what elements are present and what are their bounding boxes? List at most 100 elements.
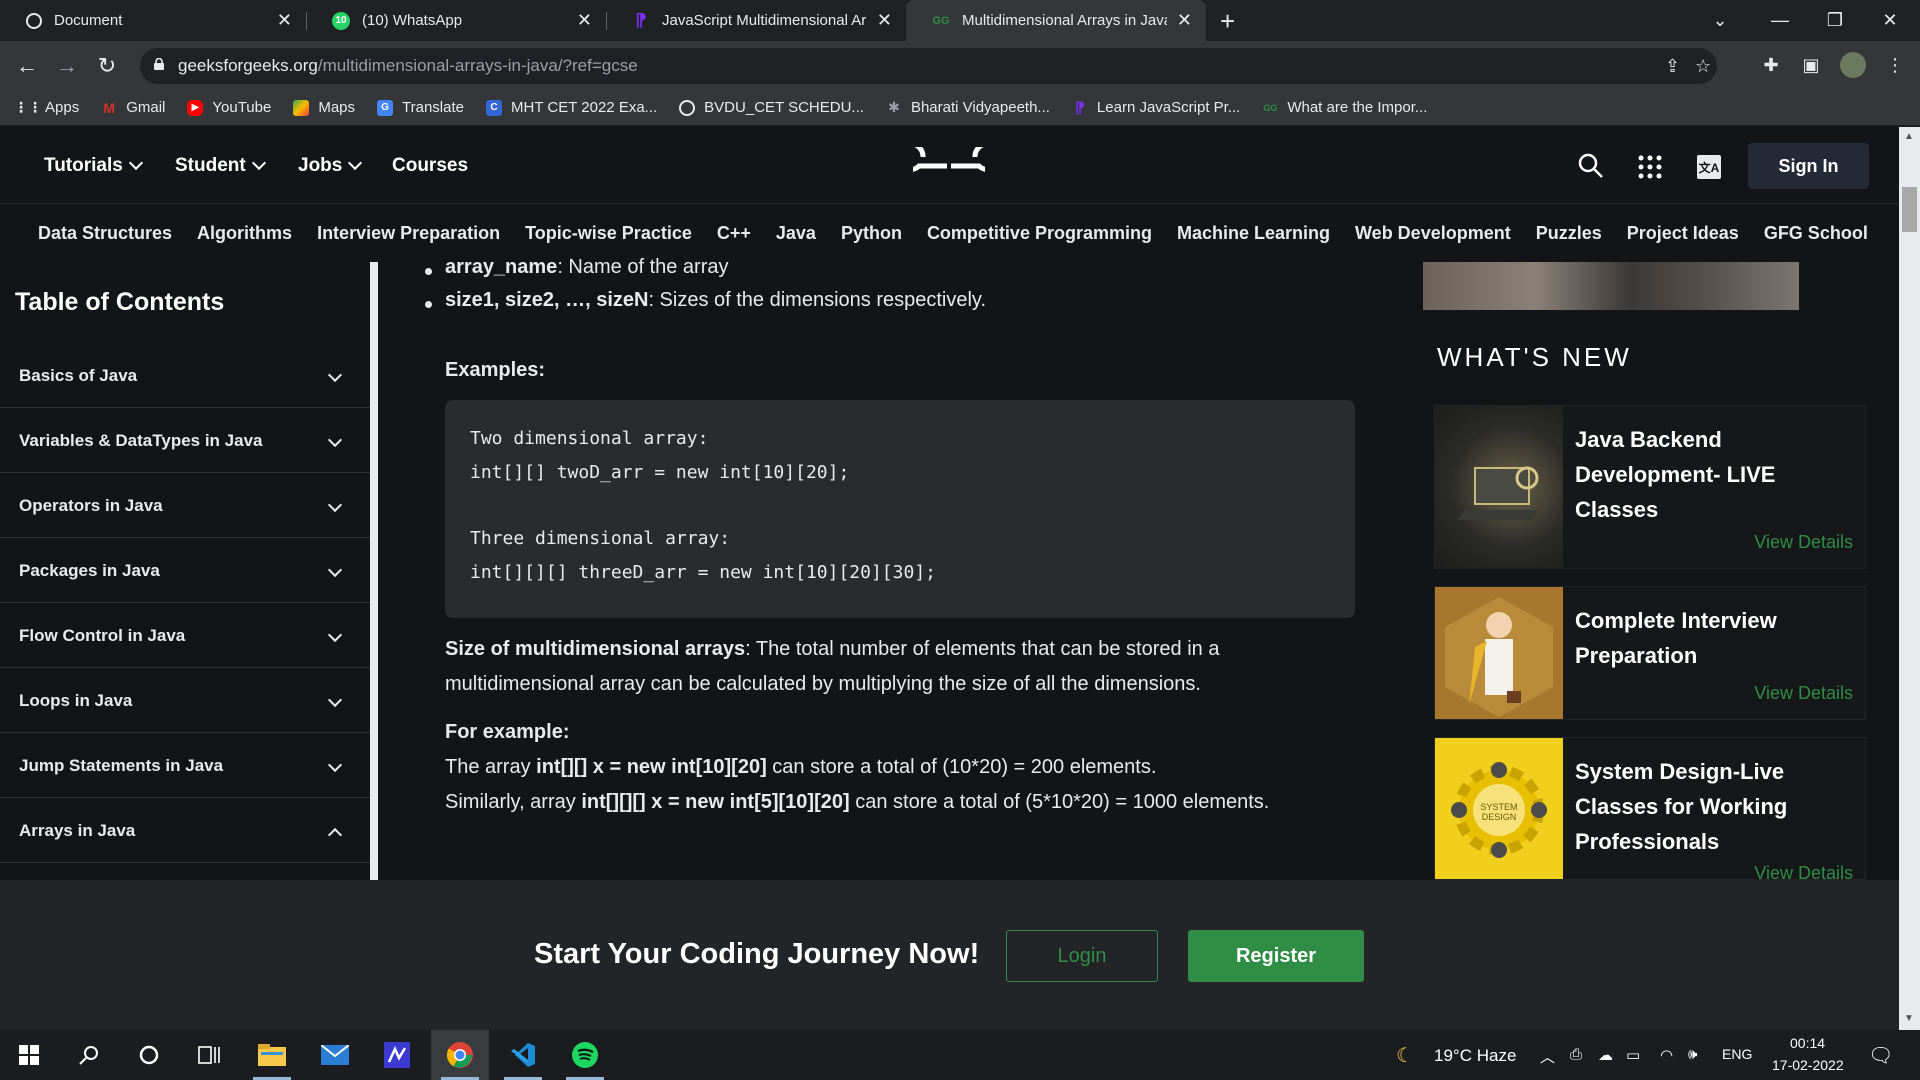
toc-item-packages[interactable]: Packages in Java	[0, 539, 370, 603]
bookmark-bvdu-cet[interactable]: BVDU_CET SCHEDU...	[679, 99, 864, 116]
register-button[interactable]: Register	[1188, 930, 1364, 982]
subnav-project-ideas[interactable]: Project Ideas	[1627, 223, 1739, 244]
profile-avatar[interactable]	[1840, 52, 1866, 78]
page-scrollbar[interactable]: ▲ ▼	[1899, 127, 1920, 1030]
maximize-icon[interactable]: ❐	[1805, 0, 1865, 41]
search-icon[interactable]	[60, 1030, 118, 1080]
close-tab-icon[interactable]: ✕	[577, 10, 592, 31]
tab-whatsapp[interactable]: 10 (10) WhatsApp ✕	[306, 0, 606, 41]
bookmark-youtube[interactable]: ▶ YouTube	[187, 99, 271, 116]
tab-search-icon[interactable]: ⌄	[1690, 0, 1750, 41]
task-view-icon[interactable]	[180, 1030, 238, 1080]
bookmark-star-icon[interactable]: ☆	[1695, 56, 1711, 77]
subnav-gfg-school[interactable]: GFG School	[1764, 223, 1868, 244]
view-details-link[interactable]: View Details	[1754, 683, 1853, 704]
file-explorer-icon[interactable]	[243, 1030, 301, 1080]
toc-item-variables-datatypes[interactable]: Variables & DataTypes in Java	[0, 409, 370, 473]
view-details-link[interactable]: View Details	[1754, 863, 1853, 879]
clock-date[interactable]: 17-02-2022	[1772, 1057, 1844, 1073]
close-tab-icon[interactable]: ✕	[1177, 10, 1192, 31]
wifi-icon[interactable]: ◠	[1660, 1046, 1673, 1064]
subnav-python[interactable]: Python	[841, 223, 902, 244]
scroll-up-icon[interactable]: ▲	[1904, 131, 1914, 142]
subnav-algorithms[interactable]: Algorithms	[197, 223, 292, 244]
weather-moon-icon[interactable]: ☾	[1396, 1043, 1414, 1068]
bookmark-maps[interactable]: Maps	[293, 99, 355, 116]
view-details-link[interactable]: View Details	[1754, 532, 1853, 553]
subnav-interview-preparation[interactable]: Interview Preparation	[317, 223, 500, 244]
sidebar-scrollbar[interactable]	[370, 262, 378, 880]
tab-document[interactable]: Document ✕	[0, 0, 306, 41]
bookmark-gmail[interactable]: M Gmail	[101, 99, 165, 116]
toc-item-flow-control[interactable]: Flow Control in Java	[0, 604, 370, 668]
scroll-down-icon[interactable]: ▼	[1904, 1013, 1914, 1024]
nav-tutorials[interactable]: Tutorials	[44, 155, 143, 177]
reload-icon[interactable]: ↻	[92, 51, 122, 81]
menu-kebab-icon[interactable]: ⋮	[1882, 52, 1908, 78]
language-indicator[interactable]: ENG	[1722, 1046, 1752, 1062]
close-tab-icon[interactable]: ✕	[277, 10, 292, 31]
bookmark-learn-js[interactable]: ⁋ Learn JavaScript Pr...	[1072, 99, 1241, 117]
show-hidden-icons-icon[interactable]: ︿	[1540, 1046, 1555, 1067]
subnav-topic-wise-practice[interactable]: Topic-wise Practice	[525, 223, 692, 244]
share-icon[interactable]: ⇪	[1665, 56, 1680, 77]
new-tab-button[interactable]: +	[1220, 6, 1235, 37]
spotify-icon[interactable]	[556, 1030, 614, 1080]
onedrive-cloud-icon[interactable]: ☁	[1598, 1046, 1613, 1064]
toc-item-operators[interactable]: Operators in Java	[0, 474, 370, 538]
apps-grid-icon[interactable]	[1638, 155, 1662, 179]
close-tab-icon[interactable]: ✕	[877, 10, 892, 31]
back-icon[interactable]: ←	[12, 51, 42, 81]
toc-item-basics-of-java[interactable]: Basics of Java	[0, 344, 370, 408]
extensions-icon[interactable]: ✚	[1758, 52, 1784, 78]
vscode-icon[interactable]	[494, 1030, 552, 1080]
toc-item-arrays[interactable]: Arrays in Java	[0, 799, 370, 863]
cortana-icon[interactable]	[120, 1030, 178, 1080]
chrome-icon[interactable]	[431, 1030, 489, 1080]
weather-text[interactable]: 19°C Haze	[1434, 1046, 1516, 1066]
close-window-icon[interactable]: ✕	[1860, 0, 1920, 41]
tab-multidimensional-arrays-java[interactable]: GG Multidimensional Arrays in Java - ✕	[906, 0, 1206, 41]
windows-start-icon[interactable]	[0, 1030, 58, 1080]
bookmark-mht-cet[interactable]: C MHT CET 2022 Exa...	[486, 99, 657, 116]
editor-app-icon[interactable]	[368, 1030, 426, 1080]
toc-item-jump-statements[interactable]: Jump Statements in Java	[0, 734, 370, 798]
subnav-puzzles[interactable]: Puzzles	[1536, 223, 1602, 244]
bookmark-apps[interactable]: ⋮⋮ Apps	[14, 99, 79, 116]
minimize-icon[interactable]: —	[1750, 0, 1810, 41]
login-button[interactable]: Login	[1006, 930, 1158, 982]
gfg-logo[interactable]	[913, 147, 985, 185]
translate-icon[interactable]: 文A	[1697, 155, 1721, 179]
side-panel-icon[interactable]: ▣	[1798, 52, 1824, 78]
subnav-web-development[interactable]: Web Development	[1355, 223, 1511, 244]
subnav-machine-learning[interactable]: Machine Learning	[1177, 223, 1330, 244]
bookmark-what-are[interactable]: GG What are the Impor...	[1262, 99, 1427, 116]
mail-icon[interactable]	[306, 1030, 364, 1080]
ad-image[interactable]	[1423, 262, 1799, 310]
clock-time[interactable]: 00:14	[1790, 1035, 1825, 1051]
subnav-data-structures[interactable]: Data Structures	[38, 223, 172, 244]
bookmark-translate[interactable]: G Translate	[377, 99, 464, 116]
subnav-competitive-programming[interactable]: Competitive Programming	[927, 223, 1152, 244]
course-card-interview-prep[interactable]: Complete Interview Preparation View Deta…	[1434, 586, 1866, 720]
course-card-system-design[interactable]: SYSTEM DESIGN System Design-Live Classes…	[1434, 737, 1866, 880]
volume-icon[interactable]: 🕪	[1688, 1046, 1697, 1063]
nav-courses[interactable]: Courses	[392, 155, 468, 177]
definition: : Name of the array	[557, 256, 729, 278]
subnav-cpp[interactable]: C++	[717, 223, 751, 244]
sign-in-button[interactable]: Sign In	[1748, 143, 1869, 189]
notifications-icon[interactable]: 🗨	[1868, 1043, 1893, 1068]
nav-jobs[interactable]: Jobs	[298, 155, 363, 177]
nav-student[interactable]: Student	[175, 155, 266, 177]
subnav-java[interactable]: Java	[776, 223, 816, 244]
battery-icon[interactable]: ▭	[1626, 1046, 1640, 1064]
address-bar[interactable]: geeksforgeeks.org/multidimensional-array…	[140, 48, 1717, 84]
tab-javascript-multidimensional[interactable]: ⁋ JavaScript Multidimensional Arra ✕	[606, 0, 906, 41]
search-icon[interactable]	[1578, 153, 1604, 179]
device-icon[interactable]: ⎙	[1570, 1046, 1582, 1063]
scrollbar-thumb[interactable]	[1902, 187, 1917, 232]
toc-item-loops[interactable]: Loops in Java	[0, 669, 370, 733]
course-card-java-backend[interactable]: Java Backend Development- LIVE Classes V…	[1434, 405, 1866, 569]
forward-icon[interactable]: →	[52, 51, 82, 81]
bookmark-bharati[interactable]: ✱ Bharati Vidyapeeth...	[886, 99, 1050, 116]
